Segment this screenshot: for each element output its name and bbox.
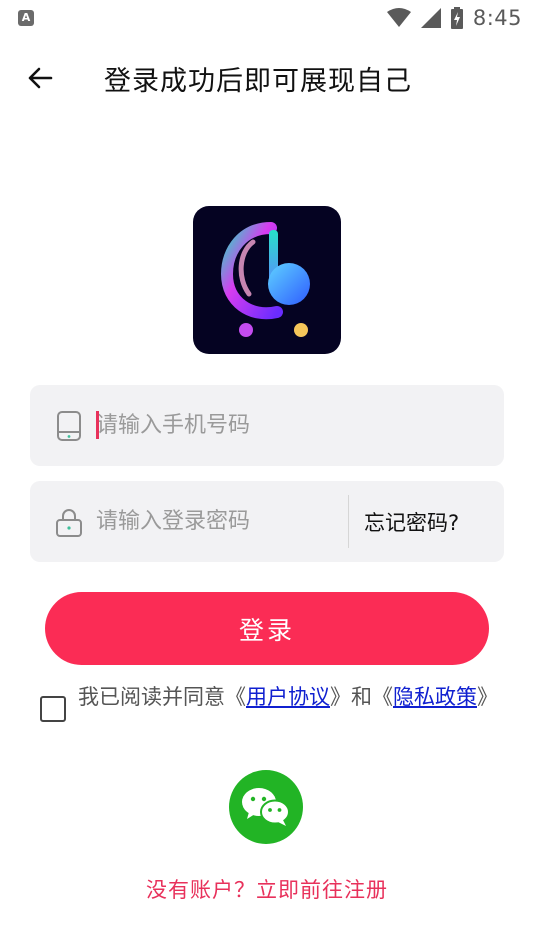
agreement-prefix: 我已阅读并同意 bbox=[78, 685, 225, 709]
phone-icon bbox=[57, 411, 81, 441]
wifi-icon bbox=[386, 8, 411, 27]
battery-charging-icon bbox=[450, 7, 463, 29]
password-field[interactable]: 忘记密码? bbox=[30, 481, 504, 562]
register-link[interactable]: 没有账户？立即前往注册 bbox=[0, 874, 534, 904]
cell-signal-icon bbox=[420, 8, 441, 28]
privacy-policy-link[interactable]: 隐私政策 bbox=[393, 685, 477, 709]
app-notification-icon: A bbox=[18, 10, 34, 26]
bracket-close: 》 bbox=[477, 685, 498, 709]
wechat-login-button[interactable] bbox=[229, 770, 303, 844]
bracket-open: 《 bbox=[225, 685, 246, 709]
lock-icon bbox=[56, 509, 82, 537]
login-button[interactable]: 登录 bbox=[45, 592, 489, 665]
agreement-checkbox[interactable] bbox=[40, 696, 66, 722]
bracket-open: 《 bbox=[372, 685, 393, 709]
bracket-close: 》 bbox=[330, 685, 351, 709]
wechat-icon bbox=[242, 788, 290, 826]
page-title: 登录成功后即可展现自己 bbox=[104, 66, 412, 97]
field-divider bbox=[348, 495, 349, 548]
password-input[interactable] bbox=[96, 501, 336, 542]
user-agreement-link[interactable]: 用户协议 bbox=[246, 685, 330, 709]
app-logo bbox=[193, 206, 341, 354]
status-icons: 8:45 bbox=[386, 5, 522, 31]
agreement-text: 我已阅读并同意《用户协议》和《隐私政策》 bbox=[78, 682, 510, 712]
text-cursor bbox=[96, 411, 99, 439]
back-button[interactable] bbox=[22, 60, 58, 96]
phone-field[interactable] bbox=[30, 385, 504, 466]
arrow-left-icon bbox=[28, 67, 53, 89]
clock: 8:45 bbox=[472, 6, 522, 30]
agreement-and: 和 bbox=[351, 685, 372, 709]
top-bar: 登录成功后即可展现自己 bbox=[0, 50, 534, 106]
logo-icon bbox=[220, 222, 310, 337]
phone-input[interactable] bbox=[96, 405, 476, 446]
status-bar: A 8:45 bbox=[0, 0, 534, 36]
forgot-password-link[interactable]: 忘记密码? bbox=[364, 507, 459, 537]
